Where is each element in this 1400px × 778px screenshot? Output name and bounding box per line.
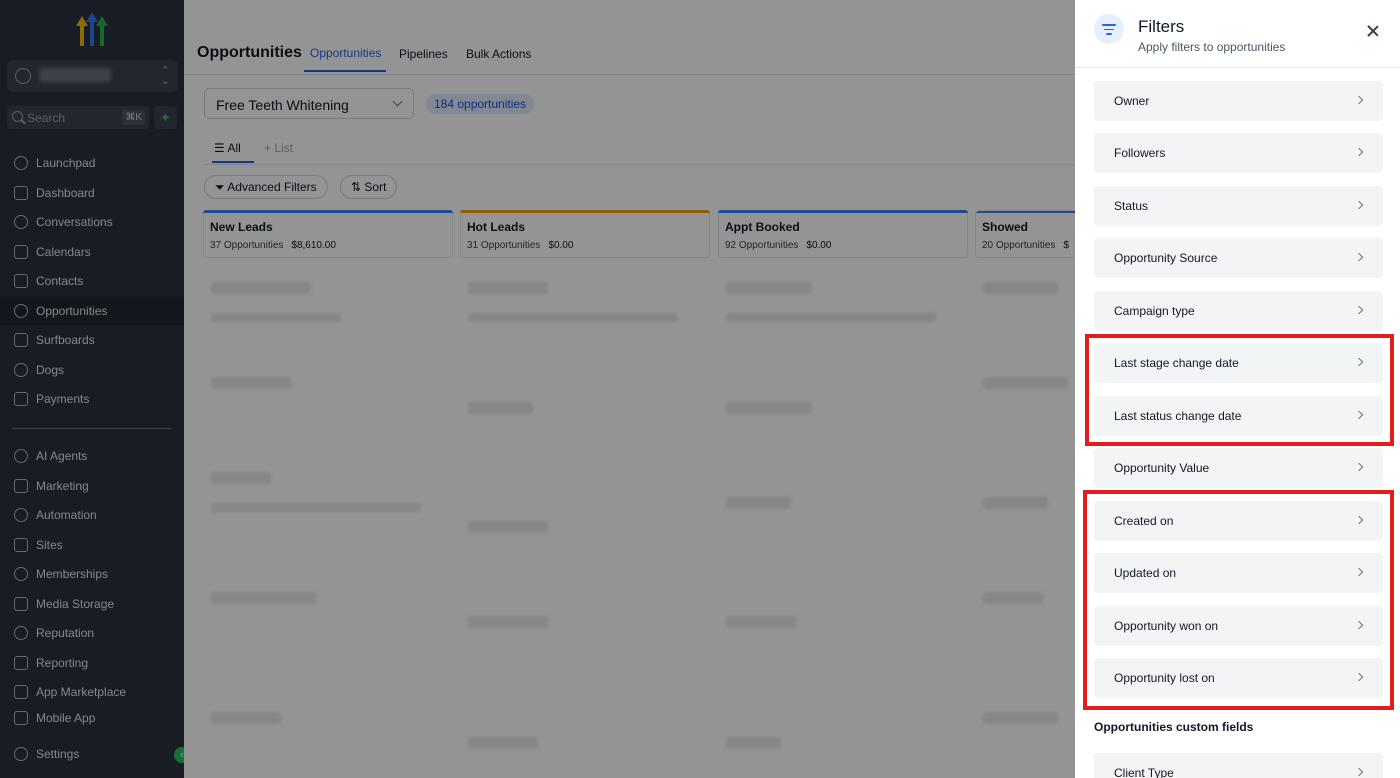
- filter-opportunity-source[interactable]: Opportunity Source: [1094, 238, 1383, 278]
- close-icon[interactable]: [1365, 24, 1381, 40]
- filters-panel-header: Filters Apply filters to opportunities: [1075, 0, 1400, 68]
- filters-panel: Filters Apply filters to opportunities O…: [1075, 0, 1400, 778]
- chevron-right-icon: [1354, 95, 1364, 105]
- filter-label: Opportunity Source: [1114, 251, 1218, 265]
- filter-label: Campaign type: [1114, 304, 1195, 318]
- chevron-right-icon: [1354, 252, 1364, 262]
- filter-line: [1104, 28, 1114, 30]
- filter-label: Followers: [1114, 146, 1166, 160]
- filter-status[interactable]: Status: [1094, 186, 1383, 226]
- filter-label: Status: [1114, 199, 1149, 213]
- chevron-right-icon: [1354, 147, 1364, 157]
- filters-panel-subtitle: Apply filters to opportunities: [1138, 40, 1286, 54]
- filter-opportunity-value[interactable]: Opportunity Value: [1094, 448, 1383, 488]
- filter-client-type[interactable]: Client Type: [1094, 753, 1383, 778]
- chevron-right-icon: [1354, 462, 1364, 472]
- filters-panel-title: Filters: [1138, 17, 1185, 36]
- filter-label: Opportunity Value: [1114, 461, 1210, 475]
- chevron-right-icon: [1354, 305, 1364, 315]
- filter-owner[interactable]: Owner: [1094, 81, 1383, 121]
- filter-lines-icon: [1094, 14, 1124, 44]
- custom-fields-section-title: Opportunities custom fields: [1094, 720, 1254, 734]
- filter-campaign-type[interactable]: Campaign type: [1094, 291, 1383, 331]
- filter-followers[interactable]: Followers: [1094, 133, 1383, 173]
- filter-line: [1106, 33, 1112, 35]
- highlight-box-date-filters: [1083, 490, 1394, 710]
- filter-label: Client Type: [1114, 766, 1174, 778]
- highlight-box-date-changes: [1085, 334, 1394, 446]
- filter-label: Owner: [1114, 94, 1150, 108]
- filter-line: [1102, 24, 1116, 26]
- modal-backdrop[interactable]: [0, 0, 1075, 778]
- chevron-right-icon: [1354, 200, 1364, 210]
- chevron-right-icon: [1354, 767, 1364, 777]
